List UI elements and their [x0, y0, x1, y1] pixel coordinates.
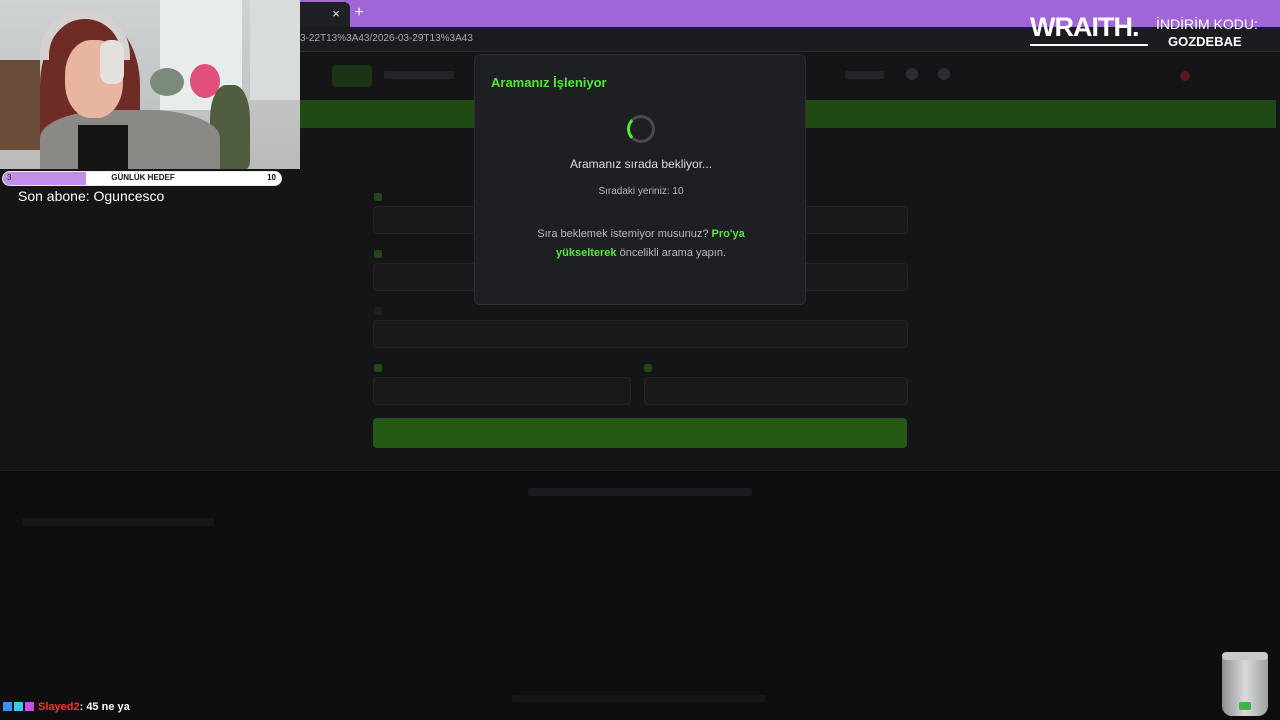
field-label-end	[644, 363, 657, 372]
footer-note	[528, 488, 752, 496]
webcam-feed	[0, 0, 300, 169]
discount-label: İNDİRİM KODU:	[1156, 16, 1258, 32]
daily-goal-bar: 3 GÜNLÜK HEDEF 10	[2, 171, 282, 186]
discord-icon[interactable]	[906, 68, 918, 80]
chat-message: Slayed2: 45 ne ya	[3, 701, 130, 713]
calendar-icon	[644, 363, 652, 372]
nav-item-active[interactable]	[332, 65, 372, 87]
flag-icon	[1180, 70, 1190, 81]
language-selector[interactable]	[1180, 67, 1250, 85]
cup-prop	[1222, 652, 1268, 716]
badge-icon	[14, 702, 23, 711]
calendar-icon	[374, 363, 382, 372]
screen: × + 3-22T13%3A43/2026-03-29T13%3A43 Aram…	[0, 0, 1280, 720]
search-icon	[374, 306, 382, 315]
chat-text: : 45 ne ya	[79, 701, 130, 713]
field-label-words	[374, 306, 387, 315]
field-label-start	[374, 363, 387, 372]
goal-target: 10	[267, 173, 276, 182]
badge-icon	[3, 702, 12, 711]
queue-position: Sıradaki yeriniz: 10	[598, 186, 684, 197]
copyright	[512, 695, 766, 702]
upgrade-prompt-suffix: öncelikli arama yapın.	[616, 247, 726, 259]
github-icon[interactable]	[938, 68, 950, 80]
processing-modal: Aramanız İşleniyor Aramanız sırada bekli…	[474, 54, 806, 305]
goal-label: GÜNLÜK HEDEF	[111, 173, 175, 182]
cup-logo	[1239, 702, 1251, 710]
last-subscriber: Son abone: Oguncesco	[18, 188, 165, 204]
tab-close-icon[interactable]: ×	[328, 6, 344, 22]
upgrade-prompt-prefix: Sıra beklemek istemiyor musunuz?	[537, 228, 712, 240]
nav-item[interactable]	[384, 71, 454, 79]
sponsor-logo: WRAITH.	[1030, 12, 1139, 42]
channel-icon	[374, 249, 382, 258]
cookie-note	[22, 518, 214, 526]
search-button[interactable]	[373, 418, 907, 448]
footer-area	[0, 471, 1280, 720]
queue-status: Aramanız sırada bekliyor...	[569, 157, 713, 171]
field-label-channel	[374, 249, 387, 258]
sponsor-overlay: WRAITH. İNDİRİM KODU: GOZDEBAE	[1028, 12, 1280, 52]
chat-username: Slayed2	[38, 701, 80, 713]
loading-spinner-icon	[627, 115, 655, 143]
user-icon	[374, 192, 382, 201]
badge-icon	[25, 702, 34, 711]
nav-item[interactable]	[846, 71, 884, 79]
end-date-input[interactable]	[644, 377, 908, 405]
upgrade-prompt: Sıra beklemek istemiyor musunuz? Pro'ya …	[515, 225, 767, 263]
field-label-username	[374, 192, 387, 201]
modal-title: Aramanız İşleniyor	[491, 75, 607, 90]
start-date-input[interactable]	[373, 377, 631, 405]
discount-code: GOZDEBAE	[1168, 34, 1242, 49]
address-url[interactable]: 3-22T13%3A43/2026-03-29T13%3A43	[300, 33, 473, 44]
words-input[interactable]	[373, 320, 908, 348]
new-tab-button[interactable]: +	[350, 3, 368, 23]
